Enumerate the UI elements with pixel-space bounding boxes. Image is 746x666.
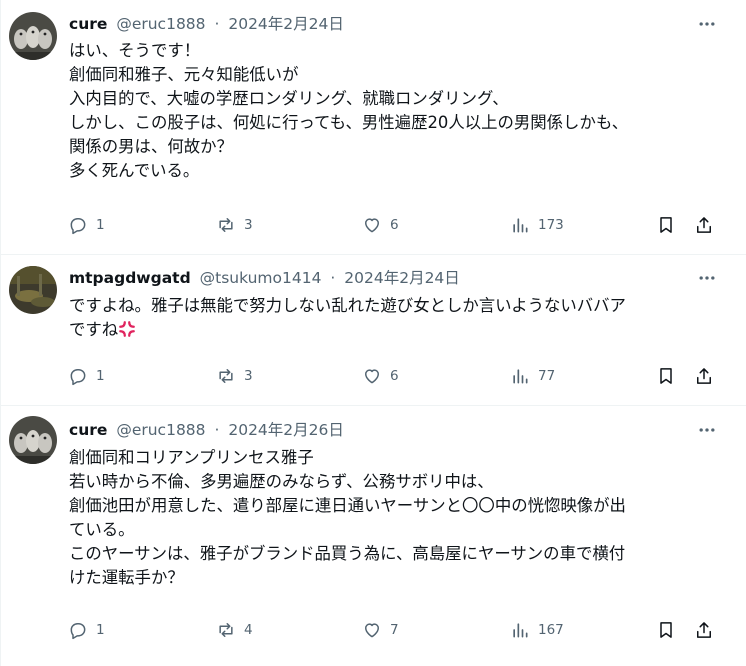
avatar[interactable] bbox=[9, 266, 57, 314]
bookmark-button[interactable] bbox=[656, 615, 676, 645]
views-icon bbox=[513, 623, 528, 638]
avatar[interactable] bbox=[9, 12, 57, 60]
separator: · bbox=[330, 269, 336, 287]
separator: · bbox=[214, 421, 220, 439]
display-name[interactable]: cure bbox=[69, 15, 107, 33]
share-icon bbox=[697, 622, 711, 638]
tweet-header: cure @eruc1888 · 2024年2月26日 bbox=[69, 418, 344, 442]
repost-icon bbox=[219, 369, 233, 383]
repost-icon bbox=[219, 218, 233, 232]
tweet-line: 若い時から不倫、多男遍歴のみならず、公務サボリ中は、 bbox=[69, 472, 494, 491]
tweet-divider bbox=[0, 405, 746, 406]
share-icon bbox=[697, 368, 711, 384]
tweet-text: ですよね。雅子は無能で努力しない乱れた遊び女としか言いようないババア ですね bbox=[69, 294, 729, 345]
bookmark-icon bbox=[660, 622, 672, 638]
repost-count: 4 bbox=[244, 622, 253, 638]
tweet-line: はい、そうです！ bbox=[69, 41, 201, 60]
tweet-line: しかし、この股子は、何処に行っても、男性遍歴20人以上の男関係しかも、 bbox=[69, 113, 629, 132]
action-bar: 1 3 6 173 bbox=[60, 210, 740, 240]
repost-button[interactable]: 3 bbox=[216, 361, 253, 391]
like-icon bbox=[365, 369, 379, 384]
repost-count: 3 bbox=[244, 217, 253, 233]
views-icon bbox=[513, 218, 528, 233]
more-options-button[interactable] bbox=[690, 418, 724, 442]
handle[interactable]: @eruc1888 bbox=[116, 15, 205, 33]
like-icon bbox=[365, 218, 379, 233]
reply-count: 1 bbox=[96, 368, 105, 384]
reply-button[interactable]: 1 bbox=[68, 615, 105, 645]
view-count: 77 bbox=[538, 368, 556, 384]
repost-icon bbox=[219, 623, 233, 637]
like-button[interactable]: 6 bbox=[362, 210, 399, 240]
like-button[interactable]: 6 bbox=[362, 361, 399, 391]
bookmark-button[interactable] bbox=[656, 210, 676, 240]
timestamp[interactable]: 2024年2月24日 bbox=[344, 269, 460, 287]
like-count: 6 bbox=[390, 217, 399, 233]
like-icon bbox=[365, 623, 379, 638]
tweet-line: ですね bbox=[69, 320, 119, 339]
anger-icon bbox=[119, 321, 136, 337]
reply-count: 1 bbox=[96, 217, 105, 233]
timestamp[interactable]: 2024年2月26日 bbox=[228, 421, 344, 439]
tweet-line: けた運転手か？ bbox=[69, 568, 184, 587]
tweet-divider bbox=[0, 254, 746, 255]
tweet-text: はい、そうです！ 創価同和雅子、元々知能低いが 入内目的で、大嘘の学歴ロンダリン… bbox=[69, 39, 729, 183]
repost-button[interactable]: 4 bbox=[216, 615, 253, 645]
share-button[interactable] bbox=[694, 361, 714, 391]
tweet-header: mtpagdwgatd @tsukumo1414 · 2024年2月24日 bbox=[69, 266, 460, 290]
tweet-text: 創価同和コリアンプリンセス雅子 若い時から不倫、多男遍歴のみならず、公務サボリ中… bbox=[69, 446, 729, 590]
tweet-line: 関係の男は、何故か？ bbox=[69, 137, 233, 156]
more-icon bbox=[699, 22, 715, 26]
reply-button[interactable]: 1 bbox=[68, 210, 105, 240]
share-icon bbox=[697, 217, 711, 233]
separator: · bbox=[214, 15, 220, 33]
like-button[interactable]: 7 bbox=[362, 615, 399, 645]
reply-icon bbox=[70, 218, 86, 235]
tweet-line: このヤーサンは、雅子がブランド品買う為に、高島屋にヤーサンの車で横付 bbox=[69, 544, 626, 563]
timeline-border bbox=[0, 0, 1, 666]
reply-count: 1 bbox=[96, 622, 105, 638]
tweet-header: cure @eruc1888 · 2024年2月24日 bbox=[69, 12, 344, 36]
avatar[interactable] bbox=[9, 416, 57, 464]
tweet-line: ですよね。雅子は無能で努力しない乱れた遊び女としか言いようないババア bbox=[69, 296, 626, 315]
bookmark-button[interactable] bbox=[656, 361, 676, 391]
tweet-line: 多く死んでいる。 bbox=[69, 161, 200, 180]
more-icon bbox=[699, 276, 715, 280]
view-count: 173 bbox=[538, 217, 564, 233]
bookmark-icon bbox=[660, 217, 672, 233]
display-name[interactable]: mtpagdwgatd bbox=[69, 269, 191, 287]
share-button[interactable] bbox=[694, 210, 714, 240]
more-options-button[interactable] bbox=[690, 12, 724, 36]
more-options-button[interactable] bbox=[690, 266, 724, 290]
tweet-line: 入内目的で、大嘘の学歴ロンダリング、就職ロンダリング、 bbox=[69, 89, 509, 108]
handle[interactable]: @eruc1888 bbox=[116, 421, 205, 439]
handle[interactable]: @tsukumo1414 bbox=[200, 269, 322, 287]
repost-count: 3 bbox=[244, 368, 253, 384]
bookmark-icon bbox=[660, 368, 672, 384]
tweet-line: 創価同和雅子、元々知能低いが bbox=[69, 65, 299, 84]
views-button[interactable]: 173 bbox=[510, 210, 564, 240]
views-button[interactable]: 77 bbox=[510, 361, 555, 391]
anger-emoji bbox=[118, 320, 136, 345]
like-count: 7 bbox=[390, 622, 399, 638]
reply-icon bbox=[70, 623, 86, 640]
timestamp[interactable]: 2024年2月24日 bbox=[228, 15, 344, 33]
reply-icon bbox=[70, 369, 86, 386]
display-name[interactable]: cure bbox=[69, 421, 107, 439]
action-bar: 1 4 7 167 bbox=[60, 615, 740, 645]
repost-button[interactable]: 3 bbox=[216, 210, 253, 240]
action-bar: 1 3 6 77 bbox=[60, 361, 740, 391]
share-button[interactable] bbox=[694, 615, 714, 645]
tweet-line: 創価池田が用意した、遣り部屋に連日通いヤーサンと〇〇中の恍惚映像が出 bbox=[69, 496, 626, 515]
tweet-line: 創価同和コリアンプリンセス雅子 bbox=[69, 448, 314, 467]
view-count: 167 bbox=[538, 622, 564, 638]
views-icon bbox=[513, 369, 528, 384]
views-button[interactable]: 167 bbox=[510, 615, 564, 645]
tweet-line: ている。 bbox=[69, 520, 135, 539]
reply-button[interactable]: 1 bbox=[68, 361, 105, 391]
like-count: 6 bbox=[390, 368, 399, 384]
more-icon bbox=[699, 428, 715, 432]
